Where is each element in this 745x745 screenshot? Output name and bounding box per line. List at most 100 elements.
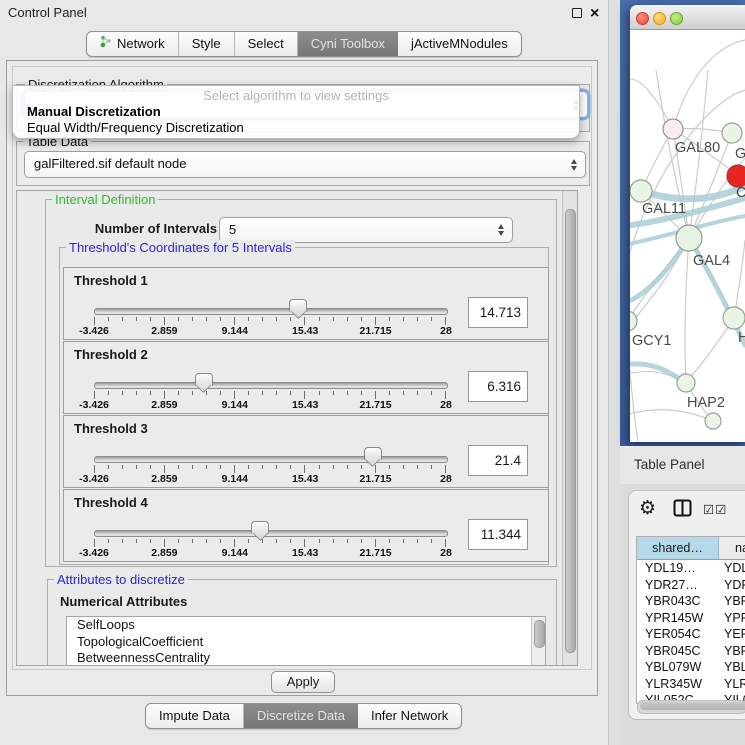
table-row[interactable]: YBR043CYBR0 xyxy=(637,593,745,610)
network-node[interactable] xyxy=(677,374,695,392)
slider-track[interactable] xyxy=(94,456,448,463)
threshold-value-box[interactable]: 6.316 xyxy=(468,371,528,402)
tab-network[interactable]: Network xyxy=(87,32,179,56)
dropdown-option-equal-width[interactable]: Equal Width/Frequency Discretization xyxy=(13,120,579,136)
tick-label: 28 xyxy=(440,473,452,485)
top-tab-bar: Network Style Select Cyni Toolbox jActiv… xyxy=(86,31,522,57)
table-hscrollbar-thumb[interactable] xyxy=(640,702,745,710)
table-row[interactable]: YPR145WYPR1 xyxy=(637,610,745,627)
tick-label: 2.859 xyxy=(151,325,177,337)
apply-button[interactable]: Apply xyxy=(271,671,335,693)
gear-icon[interactable]: ⚙ xyxy=(639,497,656,520)
slider-thumb[interactable] xyxy=(364,447,382,460)
tab-jactivemnodules[interactable]: jActiveMNodules xyxy=(398,32,521,56)
network-icon xyxy=(100,32,112,56)
table-header: shared… na xyxy=(637,537,745,560)
tick-label: -3.426 xyxy=(79,473,109,485)
tab-cyni-toolbox-label: Cyni Toolbox xyxy=(311,32,385,56)
threshold-value-box[interactable]: 14.713 xyxy=(468,297,528,328)
attributes-group: Attributes to discretize Numerical Attri… xyxy=(47,579,557,666)
attributes-scrollbar-thumb[interactable] xyxy=(534,620,545,648)
tab-discretize-data[interactable]: Discretize Data xyxy=(244,704,358,728)
network-node-label: GAL11 xyxy=(642,201,686,217)
slider-track[interactable] xyxy=(94,382,448,389)
table-row[interactable]: YER054CYER0 xyxy=(637,626,745,643)
cell-shared-name: YPR145W xyxy=(637,610,719,627)
network-node[interactable] xyxy=(727,165,745,187)
slider-track[interactable] xyxy=(94,308,448,315)
cell-name: YBR0 xyxy=(719,593,745,610)
combo-arrows-icon xyxy=(498,224,504,236)
network-node[interactable] xyxy=(705,413,721,429)
float-window-icon[interactable] xyxy=(572,8,582,18)
tick-label: 15.43 xyxy=(292,325,318,337)
tick-label: 2.859 xyxy=(151,399,177,411)
tab-impute-data[interactable]: Impute Data xyxy=(146,704,244,728)
tab-select[interactable]: Select xyxy=(235,32,298,56)
cell-shared-name: YLR345W xyxy=(637,676,719,693)
node-table: shared… na YDL19…YDL1YDR27…YDR2YBR043CYB… xyxy=(636,536,745,704)
number-of-intervals-value: 5 xyxy=(229,218,236,241)
table-row[interactable]: YLR345WYLR3 xyxy=(637,676,745,693)
tab-style[interactable]: Style xyxy=(179,32,235,56)
tab-discretize-data-label: Discretize Data xyxy=(257,704,345,728)
settings-scrollbar-thumb[interactable] xyxy=(565,209,576,653)
table-row[interactable]: YBL079WYBL0 xyxy=(637,659,745,676)
table-horizontal-scrollbar[interactable] xyxy=(637,700,745,714)
threshold-panel: Threshold 1-3.4262.8599.14415.4321.71528… xyxy=(63,267,549,340)
minimize-traffic-light[interactable] xyxy=(653,12,666,25)
network-node-label: GAL4 xyxy=(693,253,730,269)
dropdown-option-manual[interactable]: Manual Discretization xyxy=(13,104,579,120)
tick-label: 15.43 xyxy=(292,547,318,559)
tick-label: 9.144 xyxy=(222,325,248,337)
column-header-name[interactable]: na xyxy=(719,537,745,559)
slider-thumb[interactable] xyxy=(251,521,269,534)
table-row[interactable]: YDL19…YDL1 xyxy=(637,560,745,577)
slider-thumb[interactable] xyxy=(289,299,307,312)
table-row[interactable]: YBR045CYBR0 xyxy=(637,643,745,660)
column-header-shared-name[interactable]: shared… xyxy=(637,537,719,559)
attribute-item[interactable]: SelfLoops xyxy=(67,617,545,634)
attribute-item[interactable]: BetweennessCentrality xyxy=(67,650,545,666)
cell-shared-name: YER054C xyxy=(637,626,719,643)
network-nodes[interactable]: GAL80GACGAL11GAL4GCY1HHAP2 xyxy=(630,119,745,429)
network-canvas[interactable]: GAL80GACGAL11GAL4GCY1HHAP2 xyxy=(630,30,745,442)
tick-label: 9.144 xyxy=(222,473,248,485)
threshold-value-box[interactable]: 11.344 xyxy=(468,519,528,550)
network-node[interactable] xyxy=(630,311,637,331)
slider-track[interactable] xyxy=(94,530,448,537)
cell-shared-name: YBR045C xyxy=(637,643,719,660)
tick-label: 21.715 xyxy=(360,547,392,559)
threshold-label: Threshold 4 xyxy=(74,495,148,510)
attribute-item[interactable]: TopologicalCoefficient xyxy=(67,634,545,651)
zoom-traffic-light[interactable] xyxy=(670,12,683,25)
tick-label: 2.859 xyxy=(151,473,177,485)
slider-thumb[interactable] xyxy=(195,373,213,386)
tab-infer-network[interactable]: Infer Network xyxy=(358,704,461,728)
tab-style-label: Style xyxy=(192,32,221,56)
settings-vertical-scrollbar[interactable] xyxy=(562,191,577,665)
settings-scroll-panel: Interval Definition Number of Intervals … xyxy=(16,190,578,666)
close-traffic-light[interactable] xyxy=(636,12,649,25)
split-columns-icon[interactable] xyxy=(673,499,693,518)
network-node[interactable] xyxy=(722,123,742,143)
network-node[interactable] xyxy=(676,225,702,251)
network-window-titlebar[interactable] xyxy=(630,5,745,30)
network-graph: GAL80GACGAL11GAL4GCY1HHAP2 xyxy=(630,30,745,442)
network-node-label: H xyxy=(738,330,745,346)
tab-infer-network-label: Infer Network xyxy=(371,704,448,728)
network-node[interactable] xyxy=(723,307,745,329)
close-icon[interactable]: × xyxy=(590,1,599,27)
numerical-attributes-list[interactable]: SelfLoopsTopologicalCoefficientBetweenne… xyxy=(66,616,546,666)
tab-cyni-toolbox[interactable]: Cyni Toolbox xyxy=(298,32,398,56)
network-node[interactable] xyxy=(663,119,683,139)
network-node[interactable] xyxy=(630,180,652,202)
table-row[interactable]: YDR27…YDR2 xyxy=(637,577,745,594)
thresholds-group-title: Threshold's Coordinates for 5 Intervals xyxy=(66,240,295,255)
table-panel-titlebar: Table Panel xyxy=(620,446,745,484)
table-rows: YDL19…YDL1YDR27…YDR2YBR043CYBR0YPR145WYP… xyxy=(637,560,745,704)
threshold-value-box[interactable]: 21.4 xyxy=(468,445,528,476)
attributes-list-scrollbar[interactable] xyxy=(531,617,545,666)
table-data-combobox[interactable]: galFiltered.sif default node xyxy=(24,151,586,178)
select-columns-icon[interactable]: ☑☑ xyxy=(703,502,727,517)
